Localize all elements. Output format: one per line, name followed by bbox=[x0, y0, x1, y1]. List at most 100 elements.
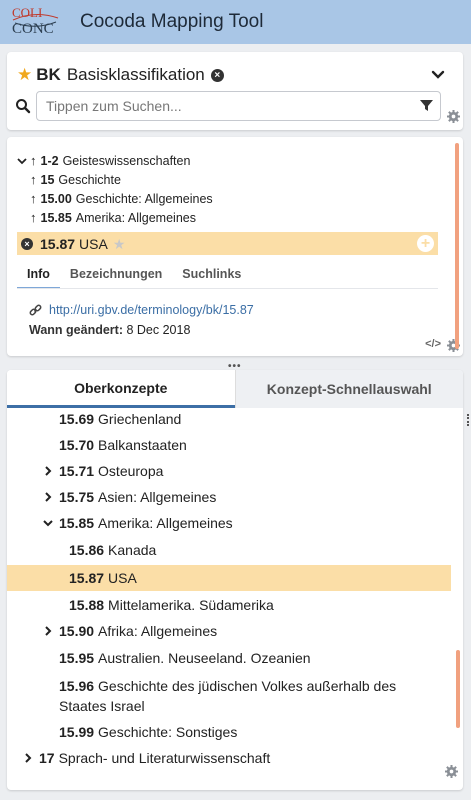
search-row: Tippen zum Suchen... bbox=[15, 91, 441, 121]
ancestor-notation: 15.85 bbox=[40, 210, 72, 225]
chevron-down-icon[interactable] bbox=[43, 518, 53, 528]
item-label: Osteuropa bbox=[98, 463, 164, 479]
scrollbar[interactable] bbox=[456, 650, 460, 728]
link-icon bbox=[29, 304, 42, 315]
list-item[interactable]: 15.75 Asien: Allgemeines bbox=[7, 484, 463, 510]
item-label: Kanada bbox=[108, 542, 157, 558]
chevron-down-icon[interactable] bbox=[17, 156, 27, 166]
changed-info: Wann geändert: 8 Dec 2018 bbox=[29, 323, 190, 337]
chevron-down-icon[interactable] bbox=[431, 68, 445, 82]
ancestor-label: Geisteswissenschaften bbox=[62, 153, 191, 168]
item-notation: 15.86 bbox=[69, 542, 105, 558]
ancestor-row[interactable]: ↑ 15.00 Geschichte: Allgemeines bbox=[30, 191, 213, 206]
ancestor-notation: 15 bbox=[40, 172, 55, 187]
concept-browser-panel: Oberkonzepte Konzept-Schnellauswahl 15.6… bbox=[7, 370, 463, 790]
search-placeholder: Tippen zum Suchen... bbox=[46, 98, 182, 114]
tab-suchlinks[interactable]: Suchlinks bbox=[172, 261, 251, 289]
item-notation: 15.71 bbox=[59, 463, 95, 479]
tab-konzept-schnellauswahl[interactable]: Konzept-Schnellauswahl bbox=[234, 370, 463, 408]
item-label: Afrika: Allgemeines bbox=[98, 623, 218, 639]
scheme-label: Basisklassifikation bbox=[66, 65, 205, 84]
ancestor-label: Geschichte bbox=[58, 172, 121, 187]
search-input[interactable]: Tippen zum Suchen... bbox=[36, 91, 441, 121]
tab-oberkonzepte[interactable]: Oberkonzepte bbox=[7, 370, 235, 408]
code-icon[interactable]: </> bbox=[425, 338, 441, 350]
chevron-right-icon[interactable] bbox=[43, 466, 53, 476]
item-label: USA bbox=[108, 570, 137, 586]
scrollbar[interactable] bbox=[455, 143, 459, 349]
list-item[interactable]: 17 Sprach- und Literaturwissenschaft bbox=[7, 745, 463, 771]
changed-label: Wann geändert: bbox=[29, 323, 123, 337]
arrow-up-icon: ↑ bbox=[30, 210, 37, 225]
arrow-up-icon: ↑ bbox=[30, 191, 37, 206]
item-notation: 15.70 bbox=[59, 437, 95, 453]
scheme-notation: BK bbox=[36, 65, 61, 84]
list-item[interactable]: 15.95 Australien. Neuseeland. Ozeanien bbox=[7, 645, 463, 671]
ancestor-row[interactable]: ↑ 1-2 Geisteswissenschaften bbox=[17, 153, 190, 168]
list-item[interactable]: 15.69 Griechenland bbox=[7, 406, 463, 432]
item-label: Amerika: Allgemeines bbox=[98, 515, 233, 531]
star-icon[interactable]: ★ bbox=[17, 66, 32, 83]
list-item[interactable]: 15.90 Afrika: Allgemeines bbox=[7, 618, 463, 644]
item-notation: 15.69 bbox=[59, 411, 95, 427]
ancestor-label: Amerika: Allgemeines bbox=[75, 210, 196, 225]
logo-text-top: COLI bbox=[12, 5, 43, 20]
scheme-search-panel: ★ BK Basisklassifikation × Tippen zum Su… bbox=[7, 52, 463, 130]
list-item[interactable]: 15.70 Balkanstaaten bbox=[7, 432, 463, 458]
gear-icon[interactable] bbox=[445, 765, 458, 778]
side-resize-handle[interactable] bbox=[467, 414, 471, 426]
chevron-right-icon[interactable] bbox=[43, 492, 53, 502]
ancestor-row[interactable]: ↑ 15.85 Amerika: Allgemeines bbox=[30, 210, 196, 225]
item-label: Sprach- und Literaturwissenschaft bbox=[58, 750, 271, 766]
close-circle-icon[interactable]: × bbox=[210, 68, 224, 82]
item-notation: 15.75 bbox=[59, 489, 95, 505]
item-notation: 15.90 bbox=[59, 623, 95, 639]
search-icon bbox=[16, 99, 31, 114]
uri-link[interactable]: http://uri.gbv.de/terminology/bk/15.87 bbox=[49, 303, 254, 317]
list-item[interactable]: 15.99 Geschichte: Sonstiges bbox=[7, 719, 463, 745]
list-item-selected[interactable]: 15.87 USA bbox=[7, 565, 451, 591]
changed-value: 8 Dec 2018 bbox=[126, 323, 191, 337]
selected-label: USA bbox=[79, 235, 108, 252]
list-item[interactable]: 15.71 Osteuropa bbox=[7, 458, 463, 484]
close-circle-icon[interactable]: × bbox=[21, 237, 33, 250]
item-label: Australien. Neuseeland. Ozeanien bbox=[98, 650, 311, 666]
app-title: Cocoda Mapping Tool bbox=[80, 11, 264, 32]
chevron-right-icon[interactable] bbox=[23, 753, 33, 763]
app-header: COLI CONC Cocoda Mapping Tool bbox=[0, 0, 471, 44]
selected-concept: × 15.87 USA ★ + bbox=[17, 232, 438, 255]
tab-info[interactable]: Info bbox=[17, 261, 60, 289]
arrow-up-icon: ↑ bbox=[30, 153, 37, 168]
item-notation: 15.87 bbox=[69, 570, 105, 586]
item-notation: 15.88 bbox=[69, 597, 105, 613]
arrow-up-icon: ↑ bbox=[30, 172, 37, 187]
item-label: Geschichte: Sonstiges bbox=[98, 724, 238, 740]
scheme-selector: ★ BK Basisklassifikation × bbox=[17, 65, 224, 85]
browser-tabs: Oberkonzepte Konzept-Schnellauswahl bbox=[7, 370, 463, 408]
ancestor-notation: 15.00 bbox=[40, 191, 72, 206]
item-notation: 15.99 bbox=[59, 724, 95, 740]
list-item[interactable]: 15.86 Kanada bbox=[7, 537, 463, 563]
item-label: Asien: Allgemeines bbox=[98, 489, 217, 505]
item-label: Mittelamerika. Südamerika bbox=[108, 597, 274, 613]
item-label: Geschichte des jüdischen Volkes außerhal… bbox=[59, 678, 397, 714]
ancestor-row[interactable]: ↑ 15 Geschichte bbox=[30, 172, 121, 187]
filter-icon[interactable] bbox=[420, 99, 433, 112]
star-icon[interactable]: ★ bbox=[113, 236, 126, 252]
coli-conc-logo[interactable]: COLI CONC bbox=[10, 4, 60, 40]
logo-text-bottom: CONC bbox=[12, 21, 54, 37]
ancestor-label: Geschichte: Allgemeines bbox=[75, 191, 213, 206]
list-item[interactable]: 15.96 Geschichte des jüdischen Volkes auß… bbox=[7, 672, 463, 714]
item-label: Griechenland bbox=[98, 411, 182, 427]
list-item[interactable]: 15.88 Mittelamerika. Südamerika bbox=[7, 592, 463, 618]
tab-bezeichnungen[interactable]: Bezeichnungen bbox=[60, 261, 172, 289]
chevron-right-icon[interactable] bbox=[43, 626, 53, 636]
plus-circle-icon[interactable]: + bbox=[417, 235, 434, 252]
item-notation: 15.96 bbox=[59, 678, 95, 694]
gear-icon[interactable] bbox=[447, 110, 460, 123]
selected-notation: 15.87 bbox=[40, 235, 76, 252]
list-item[interactable]: 15.85 Amerika: Allgemeines bbox=[7, 510, 463, 536]
tabs-divider bbox=[17, 288, 438, 289]
item-notation: 15.85 bbox=[59, 515, 95, 531]
concept-uri: http://uri.gbv.de/terminology/bk/15.87 bbox=[29, 303, 254, 317]
